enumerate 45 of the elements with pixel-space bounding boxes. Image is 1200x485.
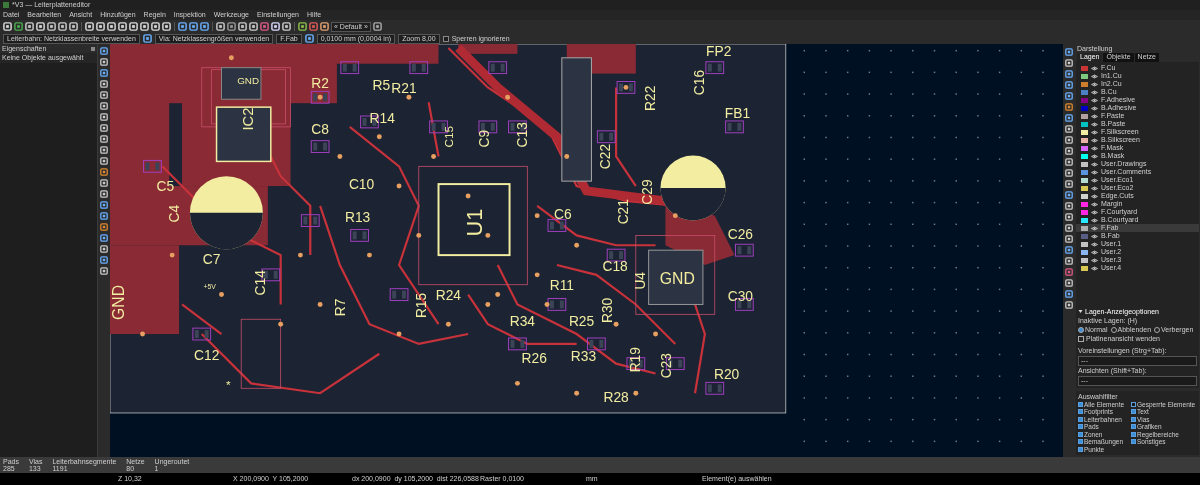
component-label: FB1 <box>724 104 751 121</box>
component-label: R11 <box>549 277 574 294</box>
component-label: R28 <box>603 388 629 405</box>
component-label: R26 <box>521 350 547 367</box>
component-label: GND <box>659 269 695 287</box>
component-label: C9 <box>475 129 492 148</box>
component-label: C26 <box>727 226 754 243</box>
component-label: R20 <box>713 366 740 383</box>
component-label: R33 <box>570 348 597 365</box>
component-label: C7 <box>202 250 221 267</box>
component-label: R2 <box>311 75 329 92</box>
component-label: C4 <box>165 204 182 223</box>
component-label: C10 <box>348 175 375 192</box>
component-label: C16 <box>690 69 707 96</box>
component-label: C12 <box>194 347 220 364</box>
component-label: FP2 <box>706 44 732 59</box>
component-label: R21 <box>391 80 417 96</box>
component-label: C18 <box>602 257 628 274</box>
component-label: R7 <box>332 298 349 317</box>
component-label: C8 <box>311 121 329 138</box>
component-label: C22 <box>596 143 613 170</box>
component-label: C21 <box>614 199 631 225</box>
component-label: U4 <box>632 271 649 290</box>
component-label: R30 <box>598 297 615 323</box>
component-label: R13 <box>344 209 371 226</box>
component-label: R14 <box>369 109 395 126</box>
component-label: R22 <box>642 85 659 111</box>
component-label: U1 <box>461 208 487 237</box>
component-label: C29 <box>639 179 656 205</box>
component-label: GND <box>110 284 128 320</box>
component-label: IC2 <box>240 107 256 131</box>
component-label: C6 <box>554 206 572 223</box>
component-label: R24 <box>435 287 462 304</box>
component-label: * <box>226 378 231 393</box>
component-label: C13 <box>514 122 530 148</box>
component-label: R15 <box>413 292 430 319</box>
component-label: R25 <box>568 312 595 329</box>
component-label: R34 <box>509 312 536 329</box>
component-label: C15 <box>442 125 457 148</box>
component-label: C23 <box>658 352 675 379</box>
component-label: C14 <box>251 270 268 296</box>
component-label: R5 <box>372 77 391 94</box>
component-label: C5 <box>156 177 175 194</box>
component-label: GND <box>237 75 260 87</box>
component-label: R19 <box>627 347 644 373</box>
